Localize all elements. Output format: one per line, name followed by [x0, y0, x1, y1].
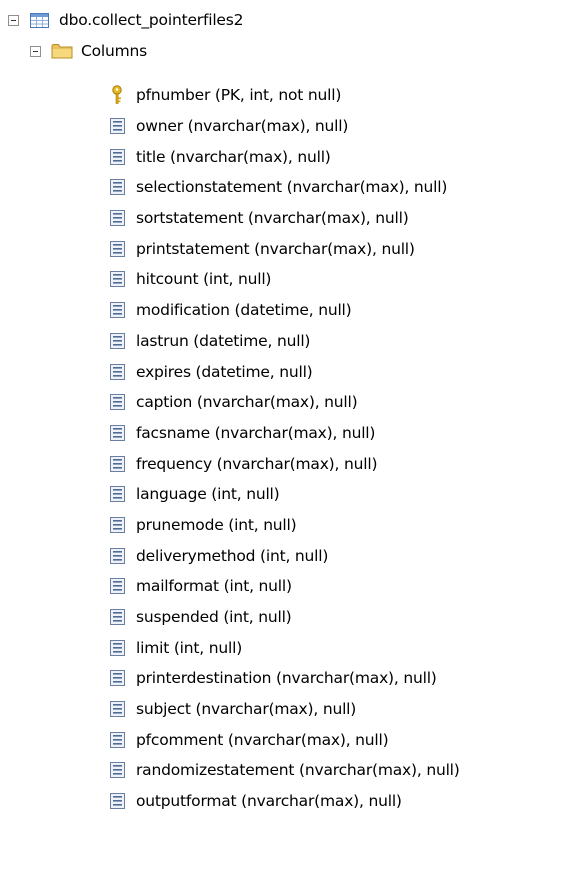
column-label[interactable]: mailformat (int, null)	[136, 577, 292, 595]
collapse-toggle-icon[interactable]	[8, 14, 19, 26]
column-label[interactable]: pfnumber (PK, int, not null)	[136, 86, 341, 104]
column-item[interactable]: hitcount (int, null)	[108, 264, 460, 295]
column-item[interactable]: suspended (int, null)	[108, 602, 460, 633]
table-name[interactable]: dbo.collect_pointerfiles2	[59, 11, 244, 29]
column-item[interactable]: pfcomment (nvarchar(max), null)	[108, 724, 460, 755]
column-icon	[108, 240, 126, 257]
table-icon	[30, 12, 49, 28]
column-item[interactable]: outputformat (nvarchar(max), null)	[108, 786, 460, 817]
collapse-toggle-icon[interactable]	[30, 45, 41, 57]
column-label[interactable]: hitcount (int, null)	[136, 270, 271, 288]
column-label[interactable]: modification (datetime, null)	[136, 301, 352, 319]
column-icon	[108, 516, 126, 533]
column-item[interactable]: prunemode (int, null)	[108, 510, 460, 541]
column-label[interactable]: language (int, null)	[136, 485, 280, 503]
column-label[interactable]: sortstatement (nvarchar(max), null)	[136, 209, 409, 227]
column-label[interactable]: title (nvarchar(max), null)	[136, 148, 331, 166]
tree-node-columns-folder[interactable]: Columns	[30, 36, 147, 66]
column-icon	[108, 148, 126, 165]
column-label[interactable]: expires (datetime, null)	[136, 363, 313, 381]
column-icon	[108, 363, 126, 380]
column-item[interactable]: expires (datetime, null)	[108, 356, 460, 387]
column-item[interactable]: pfnumber (PK, int, not null)	[108, 80, 460, 111]
column-item[interactable]: selectionstatement (nvarchar(max), null)	[108, 172, 460, 203]
column-icon	[108, 639, 126, 656]
column-label[interactable]: pfcomment (nvarchar(max), null)	[136, 731, 389, 749]
column-item[interactable]: printerdestination (nvarchar(max), null)	[108, 663, 460, 694]
column-label[interactable]: limit (int, null)	[136, 639, 242, 657]
column-item[interactable]: facsname (nvarchar(max), null)	[108, 418, 460, 449]
column-item[interactable]: randomizestatement (nvarchar(max), null)	[108, 755, 460, 786]
column-icon	[108, 271, 126, 288]
column-item[interactable]: mailformat (int, null)	[108, 571, 460, 602]
column-item[interactable]: printstatement (nvarchar(max), null)	[108, 233, 460, 264]
column-item[interactable]: sortstatement (nvarchar(max), null)	[108, 203, 460, 234]
column-icon	[108, 670, 126, 687]
column-label[interactable]: outputformat (nvarchar(max), null)	[136, 792, 402, 810]
column-icon	[108, 578, 126, 595]
column-label[interactable]: suspended (int, null)	[136, 608, 292, 626]
column-label[interactable]: owner (nvarchar(max), null)	[136, 117, 348, 135]
column-label[interactable]: subject (nvarchar(max), null)	[136, 700, 356, 718]
folder-icon	[51, 43, 73, 59]
column-icon	[108, 609, 126, 626]
columns-folder-label[interactable]: Columns	[81, 42, 147, 60]
column-icon	[108, 547, 126, 564]
column-item[interactable]: title (nvarchar(max), null)	[108, 141, 460, 172]
column-icon	[108, 424, 126, 441]
column-icon	[108, 731, 126, 748]
column-item[interactable]: lastrun (datetime, null)	[108, 326, 460, 357]
column-label[interactable]: selectionstatement (nvarchar(max), null)	[136, 178, 447, 196]
column-label[interactable]: deliverymethod (int, null)	[136, 547, 328, 565]
column-label[interactable]: randomizestatement (nvarchar(max), null)	[136, 761, 460, 779]
tree-node-table[interactable]: dbo.collect_pointerfiles2	[8, 5, 244, 35]
column-icon	[108, 210, 126, 227]
column-icon	[108, 332, 126, 349]
primary-key-icon	[108, 85, 126, 105]
column-item[interactable]: owner (nvarchar(max), null)	[108, 111, 460, 142]
column-label[interactable]: printstatement (nvarchar(max), null)	[136, 240, 415, 258]
column-icon	[108, 486, 126, 503]
column-label[interactable]: frequency (nvarchar(max), null)	[136, 455, 377, 473]
column-item[interactable]: language (int, null)	[108, 479, 460, 510]
column-icon	[108, 455, 126, 472]
column-icon	[108, 394, 126, 411]
column-icon	[108, 793, 126, 810]
column-list: pfnumber (PK, int, not null) owner (nvar…	[108, 80, 460, 817]
column-item[interactable]: subject (nvarchar(max), null)	[108, 694, 460, 725]
column-item[interactable]: limit (int, null)	[108, 632, 460, 663]
column-label[interactable]: lastrun (datetime, null)	[136, 332, 310, 350]
column-icon	[108, 762, 126, 779]
column-label[interactable]: prunemode (int, null)	[136, 516, 297, 534]
column-icon	[108, 701, 126, 718]
column-icon	[108, 118, 126, 135]
column-item[interactable]: deliverymethod (int, null)	[108, 540, 460, 571]
column-label[interactable]: facsname (nvarchar(max), null)	[136, 424, 375, 442]
column-item[interactable]: modification (datetime, null)	[108, 295, 460, 326]
column-icon	[108, 302, 126, 319]
column-icon	[108, 179, 126, 196]
column-item[interactable]: frequency (nvarchar(max), null)	[108, 448, 460, 479]
column-label[interactable]: caption (nvarchar(max), null)	[136, 393, 358, 411]
column-label[interactable]: printerdestination (nvarchar(max), null)	[136, 669, 437, 687]
column-item[interactable]: caption (nvarchar(max), null)	[108, 387, 460, 418]
